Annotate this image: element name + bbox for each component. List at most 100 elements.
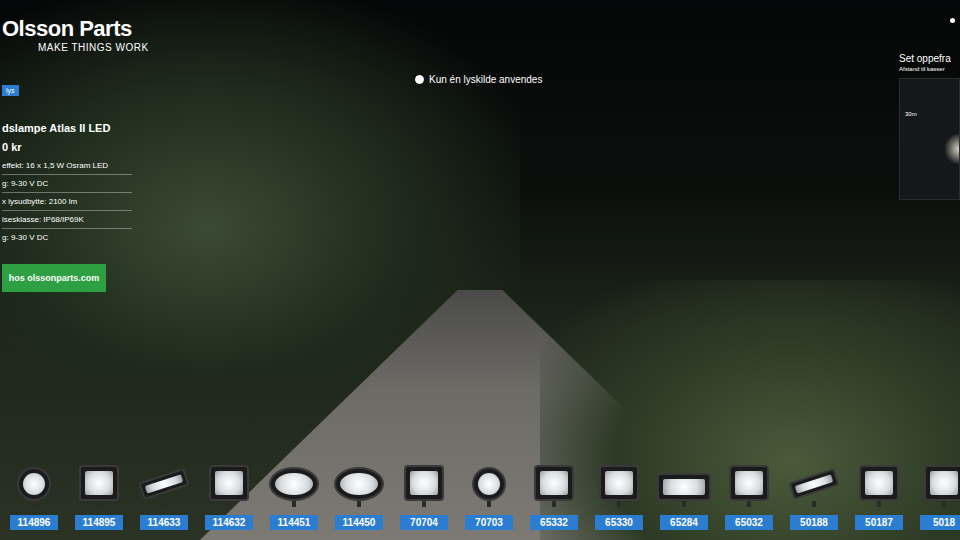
spec-row: x lysudbytte: 2100 lm [2,193,132,211]
light-option[interactable]: Kun én lyskilde anvendes [415,74,542,85]
light-option-label: Kun én lyskilde anvendes [429,74,542,85]
top-view-title: Set oppefra [899,53,960,64]
lamp-housing-icon [269,467,319,501]
lamp-item[interactable]: 114450 [329,455,389,530]
lamp-lens-icon [478,473,500,495]
distance-label: 30m [905,111,917,117]
lamp-item[interactable]: 114896 [4,455,64,530]
lamp-icon [472,455,506,507]
logo[interactable]: Olsson PartsMAKE THINGS WORK [2,16,149,53]
lamp-code: 65284 [660,515,708,530]
lamp-lens-icon [930,471,958,495]
lamp-item[interactable]: 114633 [134,455,194,530]
lamp-stand-icon [487,501,491,507]
radio-icon[interactable] [415,75,424,84]
lamp-icon [859,455,899,507]
lamp-code: 50188 [790,515,838,530]
lamp-item[interactable]: 65330 [589,455,649,530]
lamp-code: 114451 [270,515,318,530]
lamp-icon [140,455,188,507]
lamp-lens-icon [340,473,378,495]
lamp-strip: 114896 114895 114633 114632 114451 114450 7070… [4,455,960,530]
lamp-code: 65032 [725,515,773,530]
lamp-item[interactable]: 50188 [784,455,844,530]
lamp-lens-icon [540,471,568,495]
lamp-stand-icon [682,501,686,507]
lamp-lens-icon [275,473,313,495]
lamp-item[interactable]: 114451 [264,455,324,530]
lamp-stand-icon [97,501,101,507]
lamp-code: 50187 [855,515,903,530]
lamp-stand-icon [552,501,556,507]
logo-tagline: MAKE THINGS WORK [38,42,149,53]
lamp-lens-icon [215,471,243,495]
indicator-dot [950,18,955,23]
beam-glow [945,134,959,164]
lamp-lens-icon [735,471,763,495]
lamp-code: 70703 [465,515,513,530]
lamp-code: 114450 [335,515,383,530]
lamp-code: 65332 [530,515,578,530]
lamp-icon [729,455,769,507]
spec-row: g: 9-30 V DC [2,175,132,193]
lamp-stand-icon [32,501,36,507]
lamp-code: 114632 [205,515,253,530]
lamp-item[interactable]: 5018 [914,455,960,530]
category-badge: lys [2,85,19,96]
lamp-code: 5018 [920,515,960,530]
light-comparison-view: Olsson PartsMAKE THINGS WORKlysdslampe A… [0,0,960,540]
lamp-stand-icon [877,501,881,507]
top-view-panel[interactable]: Set oppefraAfstand til kasser30m [899,53,960,200]
lamp-housing-icon [79,465,119,501]
lamp-icon [17,455,51,507]
lamp-icon [790,455,838,507]
lamp-lens-icon [795,474,834,493]
product-price: 0 kr [2,141,132,153]
lamp-lens-icon [410,471,438,495]
lamp-housing-icon [534,465,574,501]
lamp-lens-icon [865,471,893,495]
lamp-item[interactable]: 65332 [524,455,584,530]
lamp-code: 70704 [400,515,448,530]
lamp-code: 114895 [75,515,123,530]
lamp-housing-icon [599,465,639,501]
lamp-stand-icon [747,501,751,507]
lamp-item[interactable]: 70704 [394,455,454,530]
lamp-code: 114896 [10,515,58,530]
lamp-item[interactable]: 65032 [719,455,779,530]
lamp-housing-icon [924,465,960,501]
lamp-stand-icon [292,501,296,507]
lamp-housing-icon [788,468,839,500]
spec-row: lsesklasse: IP68/IP69K [2,211,132,229]
spec-row: effekt: 16 x 1,5 W Osram LED [2,157,132,175]
lamp-item[interactable]: 70703 [459,455,519,530]
lamp-housing-icon [859,465,899,501]
lamp-item[interactable]: 50187 [849,455,909,530]
lamp-stand-icon [227,501,231,507]
top-view-thumbnail: 30m [899,78,960,200]
lamp-lens-icon [663,479,705,495]
lamp-stand-icon [812,501,816,507]
lamp-icon [334,455,384,507]
lamp-item[interactable]: 114632 [199,455,259,530]
lamp-code: 65330 [595,515,643,530]
buy-button[interactable]: hos olssonparts.com [2,264,106,292]
lamp-housing-icon [138,468,189,500]
lamp-housing-icon [334,467,384,501]
lamp-stand-icon [162,501,166,507]
lamp-icon [657,455,711,507]
lamp-icon [599,455,639,507]
lamp-stand-icon [422,501,426,507]
lamp-housing-icon [17,467,51,501]
logo-name: Olsson Parts [2,16,149,42]
lamp-icon [534,455,574,507]
lamp-icon [924,455,960,507]
lamp-housing-icon [472,467,506,501]
lamp-icon [404,455,444,507]
lamp-stand-icon [357,501,361,507]
lamp-stand-icon [942,501,946,507]
lamp-item[interactable]: 65284 [654,455,714,530]
lamp-lens-icon [605,471,633,495]
lamp-item[interactable]: 114895 [69,455,129,530]
lamp-code: 114633 [140,515,188,530]
